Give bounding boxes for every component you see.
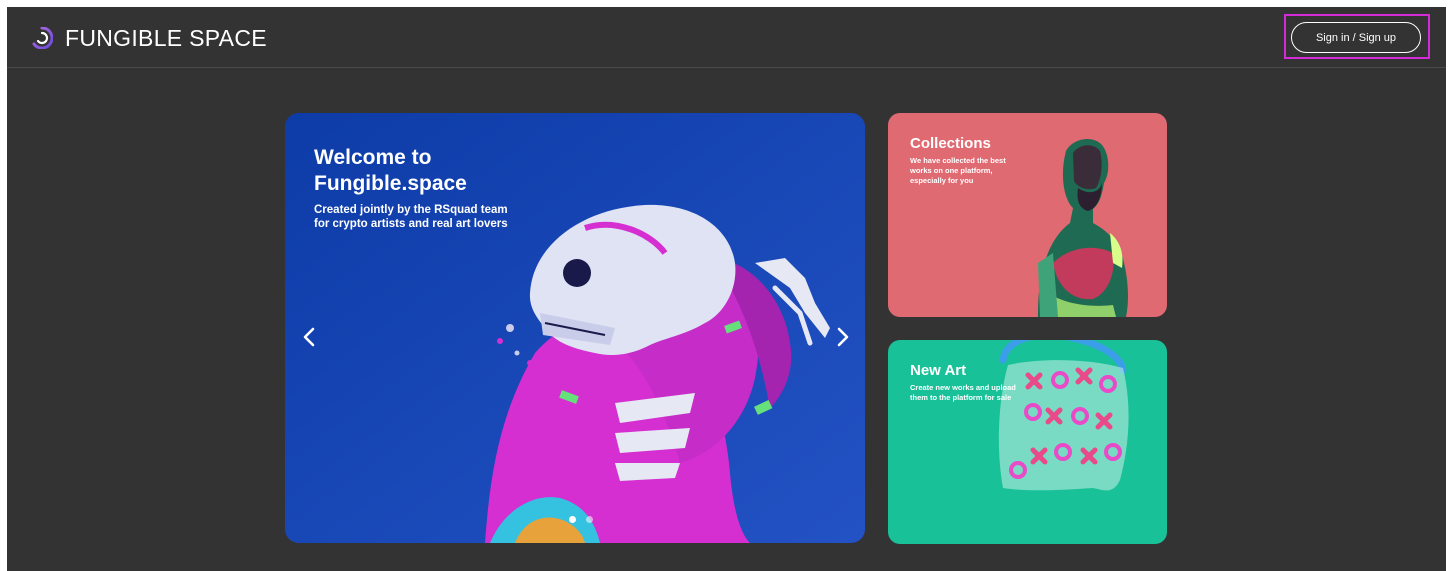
fungible-space-logo-icon bbox=[32, 27, 53, 49]
logo-text: FUNGIBLE SPACE bbox=[65, 24, 267, 51]
hero-subtitle: Created jointly by the RSquad team for c… bbox=[314, 204, 508, 230]
hero-title: Welcome to Fungible.space bbox=[314, 146, 467, 195]
collections-card-title: Collections bbox=[910, 135, 991, 152]
chevron-left-icon[interactable] bbox=[299, 325, 321, 349]
new-art-card-subtitle: Create new works and upload them to the … bbox=[910, 383, 1016, 402]
carousel-dot-2[interactable] bbox=[586, 516, 593, 523]
carousel-dots bbox=[569, 516, 593, 523]
chevron-right-icon[interactable] bbox=[831, 325, 853, 349]
logo-link[interactable]: FUNGIBLE SPACE bbox=[31, 24, 267, 52]
collections-card[interactable]: Collections We have collected the best w… bbox=[888, 113, 1167, 317]
new-art-card[interactable]: New Art Create new works and upload them… bbox=[888, 340, 1167, 544]
signin-signup-button[interactable]: Sign in / Sign up bbox=[1291, 22, 1421, 53]
new-art-card-title: New Art bbox=[910, 362, 967, 379]
carousel-dot-1[interactable] bbox=[569, 516, 576, 523]
collections-card-subtitle: We have collected the best works on one … bbox=[910, 156, 1006, 185]
app-window: FUNGIBLE SPACE Sign in / Sign up Welcome… bbox=[7, 7, 1446, 571]
top-header: FUNGIBLE SPACE Sign in / Sign up bbox=[7, 7, 1446, 68]
hero-carousel: Welcome to Fungible.space Created jointl… bbox=[285, 113, 865, 543]
